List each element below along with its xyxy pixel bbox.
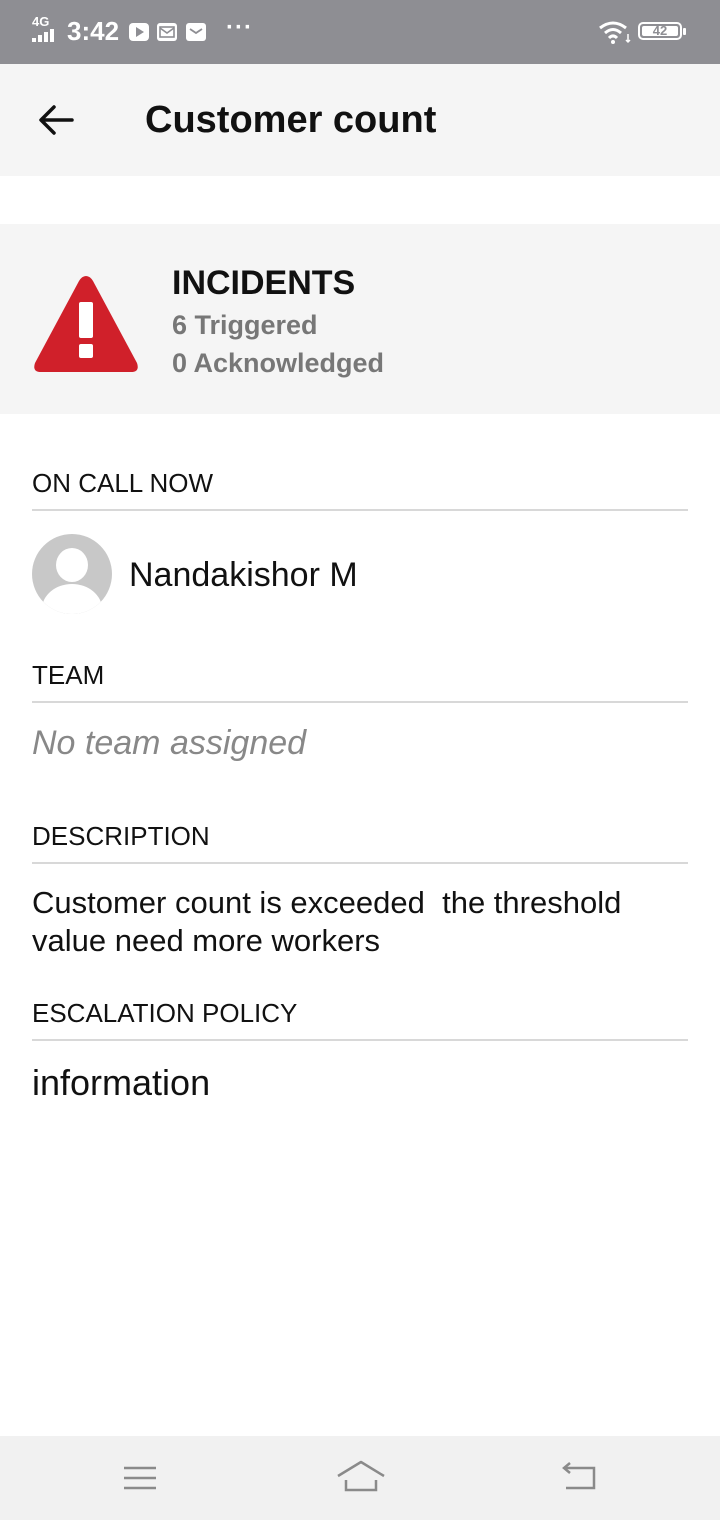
youtube-icon: [129, 23, 149, 41]
escalation-policy-value[interactable]: information: [32, 1062, 210, 1104]
on-call-user-name[interactable]: Nandakishor M: [129, 556, 358, 595]
divider: [32, 701, 688, 703]
description-label: DESCRIPTION: [32, 821, 210, 851]
network-type: 4G: [32, 14, 50, 29]
status-time: 3:42: [67, 16, 120, 46]
incidents-title: INCIDENTS: [172, 264, 356, 302]
inbox-icon: [186, 23, 206, 41]
incidents-card[interactable]: INCIDENTS 6 Triggered 0 Acknowledged: [0, 224, 720, 414]
triggered-count: 6 Triggered: [172, 310, 318, 340]
more-notifications-icon: ···: [226, 14, 253, 41]
team-value: No team assigned: [32, 724, 307, 762]
acknowledged-count: 0 Acknowledged: [172, 348, 385, 378]
app-bar: Customer count: [0, 64, 720, 176]
divider: [32, 1039, 688, 1041]
escalation-policy-label: ESCALATION POLICY: [32, 998, 298, 1028]
team-label: TEAM: [32, 660, 105, 690]
network-signal-icon: 4G: [32, 14, 56, 44]
divider: [32, 862, 688, 864]
back-icon[interactable]: [556, 1456, 600, 1500]
user-placeholder-icon: [32, 534, 112, 614]
battery-icon: 42: [638, 22, 686, 40]
menu-icon[interactable]: [118, 1456, 162, 1500]
on-call-label: ON CALL NOW: [32, 468, 214, 498]
home-icon[interactable]: [336, 1456, 386, 1500]
divider: [32, 509, 688, 511]
system-nav-bar: [0, 1436, 720, 1520]
mail-icon: [157, 23, 177, 41]
wifi-icon: [599, 21, 631, 44]
warning-triangle-icon: [34, 276, 138, 372]
page-title: Customer count: [145, 99, 437, 141]
status-bar: 4G 3:42 ··· 42: [0, 0, 720, 64]
arrow-left-icon[interactable]: [36, 102, 76, 138]
description-text: Customer count is exceeded the threshold…: [32, 885, 630, 958]
battery-level: 42: [652, 23, 668, 38]
